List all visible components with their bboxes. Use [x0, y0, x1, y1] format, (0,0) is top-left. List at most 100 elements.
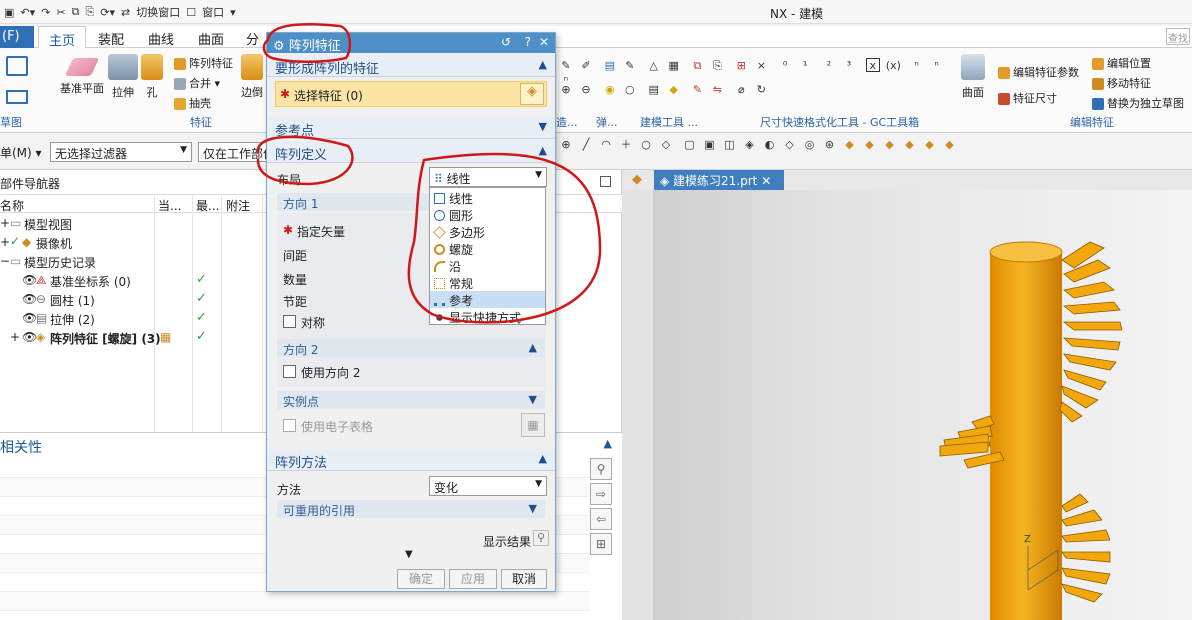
- undo-icon[interactable]: ↶▾: [20, 6, 35, 19]
- window-menu-button[interactable]: 窗口: [202, 4, 224, 20]
- copy-tool-icon[interactable]: ⧉: [690, 59, 704, 73]
- combine-button[interactable]: 合并 ▾: [174, 74, 233, 94]
- pen-icon[interactable]: ✎: [623, 59, 637, 73]
- format-b-icon[interactable]: ⁿ: [930, 59, 944, 73]
- replace-sketch-button[interactable]: 替换为独立草图: [1092, 94, 1184, 114]
- touch-mode-icon[interactable]: ⇄: [121, 6, 130, 19]
- shell-button[interactable]: 抽壳: [174, 94, 233, 114]
- select-feature-row[interactable]: ✱ 选择特征 (0) ◈: [275, 81, 547, 107]
- table-icon[interactable]: ▤: [647, 83, 661, 97]
- part-b-icon[interactable]: ◆: [863, 138, 877, 152]
- pattern-feature-button[interactable]: 阵列特征: [174, 54, 233, 74]
- zoom-fit-icon[interactable]: ⊞: [590, 533, 612, 555]
- visibility-eye-icon[interactable]: 👁: [22, 292, 37, 306]
- datum-plane-button[interactable]: 基准平面: [58, 54, 106, 96]
- sketch-icon[interactable]: [6, 56, 28, 76]
- edit-icon[interactable]: ✎: [690, 83, 704, 97]
- layout-option-general[interactable]: 常规: [430, 274, 545, 291]
- close-icon[interactable]: ✕: [757, 174, 771, 188]
- column-notes[interactable]: 附注: [226, 197, 250, 214]
- symmetric-checkbox[interactable]: [283, 315, 296, 328]
- menu-button[interactable]: 单(M) ▾: [0, 144, 42, 161]
- rectangle-icon[interactable]: [6, 90, 28, 104]
- graphics-viewport[interactable]: Z: [654, 190, 1192, 620]
- shade-icon[interactable]: ◐: [763, 138, 777, 152]
- snap-line-icon[interactable]: ╱: [579, 138, 593, 152]
- null-icon[interactable]: ⌀: [734, 83, 748, 97]
- paste-icon[interactable]: ⎘: [85, 5, 94, 19]
- part-icon[interactable]: ◆: [667, 83, 681, 97]
- unlock-icon[interactable]: ○: [623, 83, 637, 97]
- tab-surface[interactable]: 曲面: [198, 29, 224, 48]
- layout-option-reference[interactable]: 参考: [430, 291, 545, 308]
- layout-dropdown[interactable]: ⠿ 线性 ▼: [429, 167, 547, 187]
- format-102-icon[interactable]: ²: [822, 59, 836, 73]
- grid-icon[interactable]: ▦: [667, 59, 681, 73]
- lock-icon[interactable]: ◉: [603, 83, 617, 97]
- chevron-up-icon[interactable]: ▲: [604, 437, 612, 450]
- forward-icon[interactable]: ⇨: [590, 483, 612, 505]
- magnifier-icon[interactable]: ⚲: [533, 530, 549, 546]
- use-spreadsheet-checkbox[interactable]: [283, 419, 296, 432]
- close-icon[interactable]: ✕: [539, 35, 549, 49]
- layout-option-polygon[interactable]: 多边形: [430, 223, 545, 240]
- format-103-icon[interactable]: ³: [842, 59, 856, 73]
- section-reference-point[interactable]: 参考点 ▼: [267, 117, 555, 139]
- hole-button[interactable]: 孔: [140, 54, 164, 100]
- view-front-icon[interactable]: ▢: [683, 138, 697, 152]
- spreadsheet-icon[interactable]: ▦: [521, 413, 545, 437]
- subtract-icon[interactable]: ⊖: [579, 83, 593, 97]
- help-icon[interactable]: ?: [525, 35, 531, 49]
- find-icon[interactable]: ⚲: [590, 458, 612, 480]
- edit-feature-params-button[interactable]: 编辑特征参数: [998, 60, 1079, 86]
- layout-option-show-shortcuts[interactable]: 显示快捷方式: [430, 308, 545, 325]
- render-icon[interactable]: ◈: [743, 138, 757, 152]
- expand-down-icon[interactable]: ▼: [405, 549, 413, 560]
- snap-arc-icon[interactable]: ◠: [599, 138, 613, 152]
- dimension-icon[interactable]: ⊞: [734, 59, 748, 73]
- edit-position-button[interactable]: 编辑位置: [1092, 54, 1184, 74]
- column-latest[interactable]: 最...: [196, 197, 219, 214]
- snap-quad-icon[interactable]: ◇: [659, 138, 673, 152]
- scope-dropdown[interactable]: 仅在工作部件: [198, 142, 268, 162]
- chevron-down-icon[interactable]: ▾: [230, 6, 236, 19]
- part-a-icon[interactable]: ◆: [843, 138, 857, 152]
- brush-icon[interactable]: ✐: [579, 59, 593, 73]
- repeat-command-icon[interactable]: ⟳▾: [100, 6, 115, 19]
- extrude-button[interactable]: 拉伸: [108, 54, 138, 100]
- sketch-tool-icon[interactable]: ✎: [559, 59, 573, 73]
- format-100-icon[interactable]: ⁰: [778, 59, 792, 73]
- snap-endpoint-icon[interactable]: ⊕: [559, 138, 573, 152]
- layout-option-circular[interactable]: 圆形: [430, 206, 545, 223]
- window-menu-icon[interactable]: ☐: [186, 6, 196, 19]
- part-f-icon[interactable]: ◆: [943, 138, 957, 152]
- tab-assembly[interactable]: 装配: [98, 29, 124, 48]
- ok-button[interactable]: 确定: [397, 569, 445, 589]
- visibility-eye-icon[interactable]: 👁: [22, 330, 37, 344]
- layout-option-helix[interactable]: 螺旋: [430, 240, 545, 257]
- orient-icon[interactable]: ⊛: [823, 138, 837, 152]
- cancel-button[interactable]: 取消: [501, 569, 547, 589]
- save-icon[interactable]: ▣: [4, 6, 14, 19]
- copy-icon[interactable]: ⧉: [72, 5, 80, 19]
- tab-curve[interactable]: 曲线: [148, 29, 174, 48]
- method-dropdown[interactable]: 变化 ▼: [429, 476, 547, 496]
- section-feature-to-pattern[interactable]: 要形成阵列的特征 ▲: [267, 55, 555, 77]
- tab-part-file[interactable]: ◈ 建模练习21.prt ✕: [654, 170, 784, 190]
- paren-x-icon[interactable]: (x): [886, 59, 901, 73]
- unite-icon[interactable]: ⊕: [559, 83, 573, 97]
- use-direction2-checkbox[interactable]: [283, 365, 296, 378]
- tab-more[interactable]: 分: [246, 29, 259, 48]
- view-top-icon[interactable]: ◫: [723, 138, 737, 152]
- section-pattern-method[interactable]: 阵列方法 ▲: [267, 449, 555, 471]
- move-feature-button[interactable]: 移动特征: [1092, 74, 1184, 94]
- reset-icon[interactable]: ↺: [501, 35, 511, 49]
- direction2-header[interactable]: 方向 2 ▲: [277, 339, 545, 357]
- multiply-icon[interactable]: ×: [754, 59, 768, 73]
- snap-circle-icon[interactable]: ○: [639, 138, 653, 152]
- redo-icon[interactable]: ↷: [41, 6, 50, 19]
- paste-tool-icon[interactable]: ⎘: [710, 59, 724, 73]
- arrows-icon[interactable]: ⇋: [710, 83, 724, 97]
- back-icon[interactable]: ⇦: [590, 508, 612, 530]
- part-c-icon[interactable]: ◆: [883, 138, 897, 152]
